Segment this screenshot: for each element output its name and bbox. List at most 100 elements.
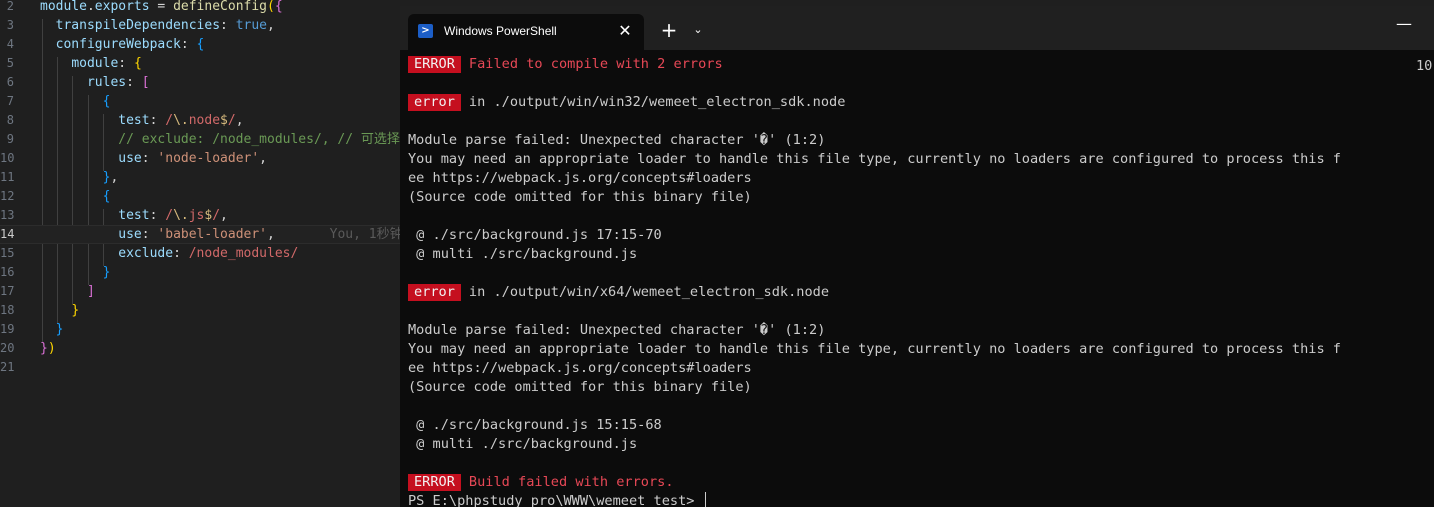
terminal-titlebar: > Windows PowerShell ✕ + ⌄ — bbox=[400, 6, 1434, 50]
code-token: \. bbox=[173, 113, 189, 128]
code-token: , bbox=[110, 170, 119, 185]
prompt-line: PS E:\phpstudy_pro\WWW\wemeet_test> bbox=[408, 492, 706, 507]
powershell-icon: > bbox=[418, 24, 433, 38]
code-line[interactable]: 5 module: { bbox=[0, 54, 400, 73]
code-token: : bbox=[149, 208, 166, 223]
code-token: : bbox=[126, 75, 142, 90]
output-text: in ./output/win/win32/wemeet_electron_sd… bbox=[468, 94, 846, 110]
code-line[interactable]: 17 ] bbox=[0, 282, 400, 301]
code-text: module.exports = defineConfig({ bbox=[40, 0, 283, 16]
code-token: { bbox=[274, 0, 283, 14]
code-token: : bbox=[141, 227, 158, 242]
output-line: ERROR Failed to compile with 2 errors bbox=[408, 55, 723, 74]
code-token: / bbox=[227, 113, 236, 128]
prompt-text: PS E:\phpstudy_pro\WWW\wemeet_test> bbox=[408, 493, 703, 507]
code-token: , bbox=[259, 151, 267, 166]
code-token: true bbox=[235, 18, 267, 33]
code-token: rules bbox=[86, 75, 127, 90]
output-line: @ ./src/background.js 17:15-70 bbox=[408, 226, 662, 245]
output-line: You may need an appropriate loader to ha… bbox=[408, 150, 1341, 169]
code-token: , bbox=[267, 227, 330, 242]
code-line[interactable]: 21 bbox=[0, 358, 400, 377]
code-line[interactable]: 11 }, bbox=[0, 168, 400, 187]
output-text: @ ./src/background.js 15:15-68 bbox=[408, 417, 662, 433]
output-line: (Source code omitted for this binary fil… bbox=[408, 378, 752, 397]
code-line[interactable]: 2 module.exports = defineConfig({ bbox=[0, 0, 400, 16]
code-line[interactable]: 14 use: 'babel-loader', You, 1秒钟 bbox=[0, 225, 400, 244]
code-token: : bbox=[220, 18, 236, 33]
code-editor[interactable]: 2 module.exports = defineConfig({3 transp… bbox=[0, 0, 400, 507]
output-text: @ multi ./src/background.js bbox=[408, 246, 638, 262]
output-line: Module parse failed: Unexpected characte… bbox=[408, 321, 825, 340]
output-text: @ multi ./src/background.js bbox=[408, 436, 638, 452]
code-text: module: { bbox=[40, 54, 142, 73]
error-badge: ERROR bbox=[408, 474, 461, 491]
code-line[interactable]: 4 configureWebpack: { bbox=[0, 35, 400, 54]
line-number: 13 bbox=[0, 208, 15, 222]
output-line: You may need an appropriate loader to ha… bbox=[408, 340, 1341, 359]
line-number: 16 bbox=[0, 265, 15, 279]
code-text: ] bbox=[40, 282, 95, 301]
chevron-down-icon[interactable]: ⌄ bbox=[688, 20, 708, 40]
output-line: (Source code omitted for this binary fil… bbox=[408, 188, 752, 207]
line-number: 6 bbox=[6, 75, 14, 89]
code-token: } bbox=[40, 341, 48, 356]
code-line[interactable]: 9 // exclude: /node_modules/, // 可选择 bbox=[0, 130, 400, 149]
code-token: [ bbox=[141, 75, 150, 90]
code-token: , bbox=[267, 18, 275, 33]
code-token: , bbox=[235, 113, 244, 128]
code-text: { bbox=[40, 187, 111, 206]
code-token: / bbox=[165, 113, 174, 128]
line-number: 3 bbox=[6, 18, 14, 32]
git-blame-annotation: You, 1秒钟 bbox=[329, 227, 400, 242]
code-line[interactable]: 12 { bbox=[0, 187, 400, 206]
code-line[interactable]: 8 test: /\.node$/, bbox=[0, 111, 400, 130]
code-token: exports bbox=[94, 0, 150, 14]
code-line[interactable]: 18 } bbox=[0, 301, 400, 320]
code-line[interactable]: 20}) bbox=[0, 339, 400, 358]
code-text: use: 'babel-loader', You, 1秒钟 bbox=[40, 225, 400, 244]
code-token: : bbox=[149, 113, 166, 128]
code-line[interactable]: 10 use: 'node-loader', bbox=[0, 149, 400, 168]
code-line[interactable]: 7 { bbox=[0, 92, 400, 111]
line-number: 10 bbox=[0, 151, 15, 165]
tab-title: Windows PowerShell bbox=[444, 24, 557, 38]
code-token: { bbox=[102, 94, 111, 109]
code-token: . bbox=[86, 0, 95, 14]
line-number: 4 bbox=[6, 37, 14, 51]
code-line[interactable]: 15 exclude: /node_modules/ bbox=[0, 244, 400, 263]
code-line[interactable]: 19 } bbox=[0, 320, 400, 339]
code-text: { bbox=[40, 92, 111, 111]
code-line[interactable]: 3 transpileDependencies: true, bbox=[0, 16, 400, 35]
code-token: : bbox=[180, 37, 197, 52]
code-text: test: /\.node$/, bbox=[40, 111, 244, 130]
close-icon[interactable]: ✕ bbox=[614, 20, 636, 42]
code-line[interactable]: 13 test: /\.js$/, bbox=[0, 206, 400, 225]
code-token: // exclude: /node_modules/, // 可选择 bbox=[118, 132, 400, 147]
code-text: exclude: /node_modules/ bbox=[40, 244, 298, 263]
code-line[interactable]: 6 rules: [ bbox=[0, 73, 400, 92]
tab-windows-powershell[interactable]: > Windows PowerShell ✕ bbox=[408, 14, 644, 50]
code-text: test: /\.js$/, bbox=[40, 206, 228, 225]
line-number: 11 bbox=[0, 170, 15, 184]
code-token: node bbox=[188, 113, 221, 128]
code-token: { bbox=[133, 56, 142, 71]
output-line: ee https://webpack.js.org/concepts#loade… bbox=[408, 359, 752, 378]
code-text: use: 'node-loader', bbox=[40, 149, 267, 168]
code-text: }) bbox=[40, 339, 56, 358]
code-token: / bbox=[212, 208, 221, 223]
error-badge: error bbox=[408, 284, 461, 301]
powershell-window[interactable]: > Windows PowerShell ✕ + ⌄ — 10 ERROR Fai… bbox=[400, 6, 1434, 507]
output-text: @ ./src/background.js 17:15-70 bbox=[408, 227, 662, 243]
code-text: transpileDependencies: true, bbox=[40, 16, 275, 35]
code-line[interactable]: 16 } bbox=[0, 263, 400, 282]
output-text: You may need an appropriate loader to ha… bbox=[408, 151, 1341, 167]
code-text: configureWebpack: { bbox=[40, 35, 205, 54]
new-tab-button[interactable]: + bbox=[658, 19, 680, 41]
minimize-button[interactable]: — bbox=[1392, 12, 1416, 36]
